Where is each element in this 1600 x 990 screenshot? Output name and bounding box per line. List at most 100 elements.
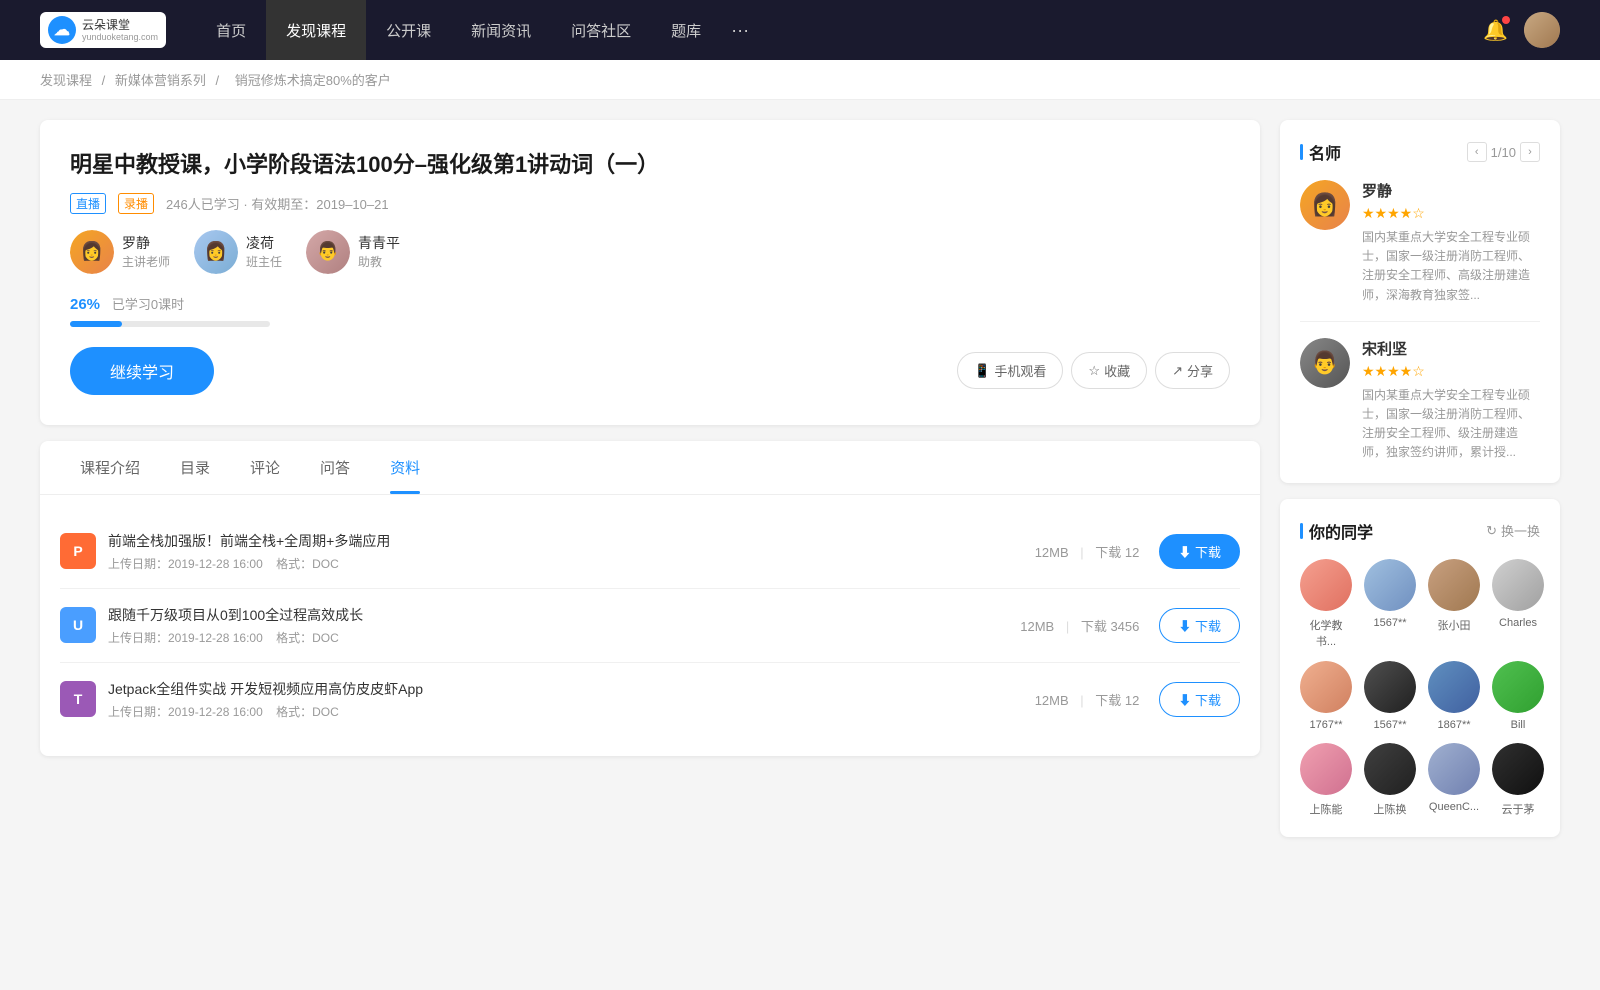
nav-right: 🔔 <box>1483 12 1560 48</box>
teacher-avatar-lj: 👩 <box>70 230 114 274</box>
teachers-prev-button[interactable]: ‹ <box>1467 142 1487 162</box>
resource-meta-1: 上传日期：2019-12-28 16:00 格式：DOC <box>108 555 1035 572</box>
classmate-name-7: 1867** <box>1437 719 1470 731</box>
teacher-stars-1: ★★★★☆ <box>1362 205 1540 222</box>
classmate-avatar-10 <box>1364 743 1416 795</box>
teacher-name-1: 罗静 <box>122 233 170 253</box>
badge-rec: 录播 <box>118 193 154 214</box>
resource-info-1: 前端全栈加强版！前端全栈+全周期+多端应用 上传日期：2019-12-28 16… <box>108 531 1035 572</box>
classmate-avatar-9 <box>1300 743 1352 795</box>
notification-dot <box>1502 16 1510 24</box>
teachers-panel-header: 名师 ‹ 1/10 › <box>1300 140 1540 164</box>
continue-learning-button[interactable]: 继续学习 <box>70 347 214 395</box>
resource-meta-3: 上传日期：2019-12-28 16:00 格式：DOC <box>108 703 1035 720</box>
classmate-item-12[interactable]: 云于茅 <box>1492 743 1544 817</box>
mobile-icon: 📱 <box>974 363 990 379</box>
classmate-name-8: Bill <box>1511 719 1526 731</box>
classmate-item-8[interactable]: Bill <box>1492 661 1544 731</box>
nav-item-home[interactable]: 首页 <box>196 0 266 60</box>
refresh-classmates-button[interactable]: ↻ 换一换 <box>1486 521 1540 540</box>
classmate-item-10[interactable]: 上陈换 <box>1364 743 1416 817</box>
nav-item-open[interactable]: 公开课 <box>366 0 451 60</box>
teacher-role-3: 助教 <box>358 253 400 270</box>
classmate-avatar-5 <box>1300 661 1352 713</box>
classmate-item-2[interactable]: 1567** <box>1364 559 1416 649</box>
left-panel: 明星中教授课，小学阶段语法100分–强化级第1讲动词（一） 直播 录播 246人… <box>40 120 1260 853</box>
tab-qa[interactable]: 问答 <box>300 441 370 494</box>
resource-info-2: 跟随千万级项目从0到100全过程高效成长 上传日期：2019-12-28 16:… <box>108 605 1020 646</box>
classmate-name-12: 云于茅 <box>1502 801 1535 817</box>
user-avatar-img <box>1524 12 1560 48</box>
classmate-name-2: 1567** <box>1373 617 1406 629</box>
classmate-item-9[interactable]: 上陈能 <box>1300 743 1352 817</box>
tab-resources[interactable]: 资料 <box>370 441 440 494</box>
classmate-name-1: 化学教书... <box>1300 617 1352 649</box>
classmate-name-4: Charles <box>1499 617 1537 629</box>
notification-bell-icon[interactable]: 🔔 <box>1483 18 1508 43</box>
teacher-name-2: 凌荷 <box>246 233 282 253</box>
download-button-1[interactable]: ⬇ 下载 <box>1159 534 1240 569</box>
classmate-item-3[interactable]: 张小田 <box>1428 559 1480 649</box>
teacher-item-3: 👨 青青平 助教 <box>306 230 400 274</box>
nav-links: 首页 发现课程 公开课 新闻资讯 问答社区 题库 ··· <box>196 0 1483 60</box>
nav-item-quiz[interactable]: 题库 <box>651 0 721 60</box>
classmate-avatar-4 <box>1492 559 1544 611</box>
resource-item-2: U 跟随千万级项目从0到100全过程高效成长 上传日期：2019-12-28 1… <box>60 589 1240 663</box>
teacher-profile-info-2: 宋利坚 ★★★★☆ 国内某重点大学安全工程专业硕士，国家一级注册消防工程师、注册… <box>1362 338 1540 463</box>
logo-area[interactable]: ☁ 云朵课堂 yunduoketang.com <box>40 12 166 48</box>
download-button-3[interactable]: ⬇ 下载 <box>1159 682 1240 717</box>
classmates-panel: 你的同学 ↻ 换一换 化学教书... 1567** 张小田 <box>1280 499 1560 837</box>
mobile-watch-button[interactable]: 📱 手机观看 <box>957 352 1063 389</box>
breadcrumb-sep2: / <box>216 73 223 88</box>
classmate-item-5[interactable]: 1767** <box>1300 661 1352 731</box>
classmate-item-4[interactable]: Charles <box>1492 559 1544 649</box>
share-button[interactable]: ↗ 分享 <box>1155 352 1230 389</box>
resource-stats-1: 12MB | 下载 12 <box>1035 542 1140 561</box>
breadcrumb: 发现课程 / 新媒体营销系列 / 销冠修炼术搞定80%的客户 <box>0 60 1600 100</box>
tab-catalog[interactable]: 目录 <box>160 441 230 494</box>
classmate-avatar-8 <box>1492 661 1544 713</box>
nav-item-qa[interactable]: 问答社区 <box>551 0 651 60</box>
nav-more-button[interactable]: ··· <box>721 20 759 41</box>
nav-item-discover[interactable]: 发现课程 <box>266 0 366 60</box>
course-title: 明星中教授课，小学阶段语法100分–强化级第1讲动词（一） <box>70 150 1230 181</box>
classmate-name-6: 1567** <box>1373 719 1406 731</box>
course-meta: 直播 录播 246人已学习 · 有效期至：2019–10–21 <box>70 193 1230 214</box>
teacher-profile-name-1: 罗静 <box>1362 180 1540 201</box>
breadcrumb-discover[interactable]: 发现课程 <box>40 73 92 88</box>
classmates-panel-header: 你的同学 ↻ 换一换 <box>1300 519 1540 543</box>
teacher-info-1: 罗静 主讲老师 <box>122 233 170 270</box>
teacher-avatar-icon-lj: 👩 <box>1300 180 1350 230</box>
classmate-item-7[interactable]: 1867** <box>1428 661 1480 731</box>
classmate-item-1[interactable]: 化学教书... <box>1300 559 1352 649</box>
teachers-pagination: ‹ 1/10 › <box>1467 142 1540 162</box>
teachers-page-info: 1/10 <box>1491 145 1516 160</box>
action-buttons: 📱 手机观看 ☆ 收藏 ↗ 分享 <box>957 352 1230 389</box>
breadcrumb-series[interactable]: 新媒体营销系列 <box>115 73 206 88</box>
classmate-avatar-2 <box>1364 559 1416 611</box>
classmate-item-6[interactable]: 1567** <box>1364 661 1416 731</box>
resource-title-2: 跟随千万级项目从0到100全过程高效成长 <box>108 605 1020 625</box>
download-button-2[interactable]: ⬇ 下载 <box>1159 608 1240 643</box>
breadcrumb-sep1: / <box>102 73 109 88</box>
classmates-grid: 化学教书... 1567** 张小田 Charles 1767** <box>1300 559 1540 817</box>
collect-button[interactable]: ☆ 收藏 <box>1071 352 1147 389</box>
main-layout: 明星中教授课，小学阶段语法100分–强化级第1讲动词（一） 直播 录播 246人… <box>0 100 1600 873</box>
teachers-next-button[interactable]: › <box>1520 142 1540 162</box>
resource-stats-2: 12MB | 下载 3456 <box>1020 616 1139 635</box>
tabs-section: 课程介绍 目录 评论 问答 资料 P 前端全栈加强版！前端全栈+全周期+多端应用… <box>40 441 1260 756</box>
teacher-avatar-lh: 👩 <box>194 230 238 274</box>
tab-intro[interactable]: 课程介绍 <box>60 441 160 494</box>
logo-name: 云朵课堂 <box>82 18 158 32</box>
classmate-name-5: 1767** <box>1309 719 1342 731</box>
resource-icon-2: U <box>60 607 96 643</box>
resource-stats-3: 12MB | 下载 12 <box>1035 690 1140 709</box>
progress-pct: 26% <box>70 296 100 313</box>
classmate-avatar-1 <box>1300 559 1352 611</box>
classmate-name-3: 张小田 <box>1438 617 1471 633</box>
nav-item-news[interactable]: 新闻资讯 <box>451 0 551 60</box>
user-avatar[interactable] <box>1524 12 1560 48</box>
teacher-role-1: 主讲老师 <box>122 253 170 270</box>
classmate-item-11[interactable]: QueenC... <box>1428 743 1480 817</box>
tab-comments[interactable]: 评论 <box>230 441 300 494</box>
